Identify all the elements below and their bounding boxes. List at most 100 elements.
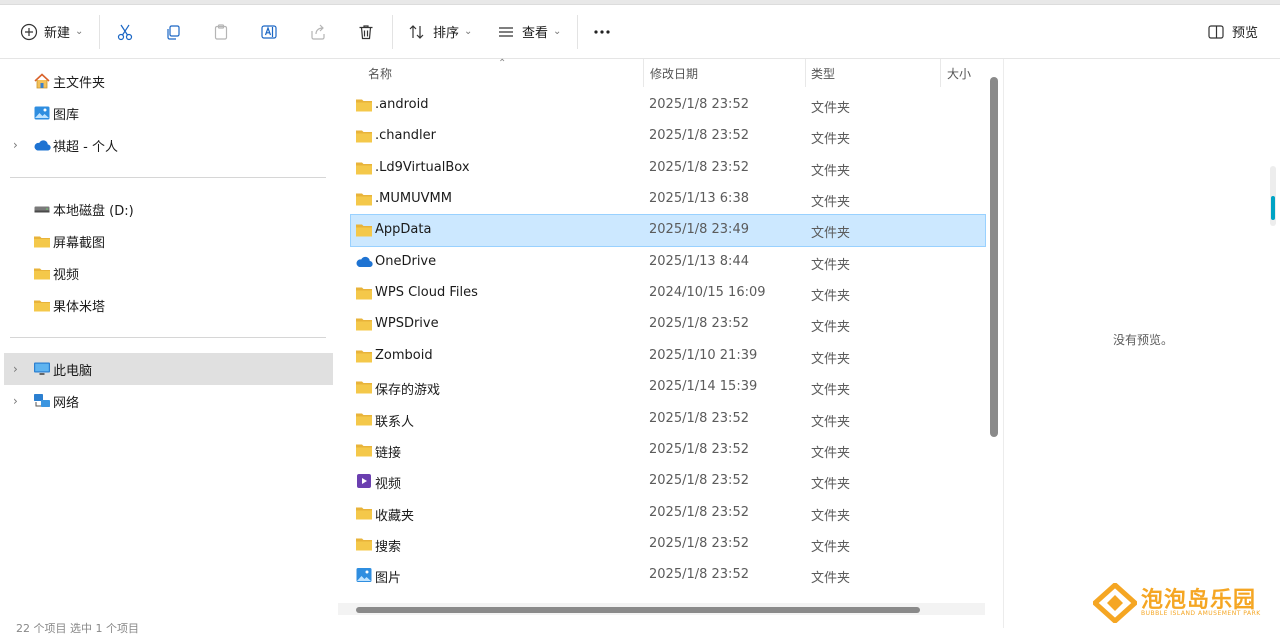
nav-item-label: 网络: [53, 395, 80, 411]
side-scroll-thumb[interactable]: [1271, 196, 1275, 220]
file-row[interactable]: AppData 2025/1/8 23:49 文件夹: [350, 214, 986, 248]
column-divider[interactable]: [940, 59, 941, 87]
nav-divider: [10, 177, 326, 178]
file-type: 文件夹: [811, 539, 851, 555]
file-type: 文件夹: [811, 132, 851, 148]
chevron-down-icon: ⌄: [75, 25, 84, 37]
paste-button[interactable]: [212, 5, 230, 58]
nav-item-onedrive-personal[interactable]: › 祺超 - 个人: [4, 129, 333, 161]
file-row[interactable]: .android 2025/1/8 23:52 文件夹: [351, 90, 985, 121]
drive-icon: [33, 200, 51, 218]
column-header-type[interactable]: 类型: [811, 59, 835, 87]
file-row[interactable]: 搜索 2025/1/8 23:52 文件夹: [351, 529, 985, 560]
gallery-icon: [33, 104, 51, 122]
column-divider[interactable]: [643, 59, 644, 87]
more-options-button[interactable]: [592, 5, 612, 58]
vertical-scrollbar[interactable]: [990, 77, 998, 437]
file-modified-date: 2025/1/8 23:52: [649, 504, 749, 520]
delete-button[interactable]: [357, 5, 375, 58]
file-modified-date: 2025/1/14 15:39: [649, 379, 758, 395]
file-modified-date: 2025/1/8 23:52: [649, 128, 749, 144]
copy-icon: [164, 23, 182, 41]
nav-item-screenshots[interactable]: 屏幕截图: [4, 225, 333, 257]
file-row[interactable]: WPSDrive 2025/1/8 23:52 文件夹: [351, 309, 985, 340]
file-modified-date: 2025/1/8 23:52: [649, 159, 749, 175]
chevron-right-icon[interactable]: ›: [13, 362, 18, 376]
column-type-label: 类型: [811, 66, 836, 81]
column-header-size[interactable]: 大小: [947, 59, 971, 87]
toolbar-divider: [392, 15, 393, 49]
file-type: 文件夹: [811, 320, 851, 336]
column-date-label: 修改日期: [650, 66, 699, 81]
preview-pane-button[interactable]: 预览: [1207, 5, 1258, 58]
home-icon: [33, 72, 51, 90]
nav-item-network[interactable]: › 网络: [4, 385, 333, 417]
file-name: 保存的游戏: [375, 383, 441, 399]
status-bar-text: 22 个项目 选中 1 个项目: [16, 622, 139, 635]
copy-button[interactable]: [164, 5, 182, 58]
plus-circle-icon: [20, 23, 38, 41]
file-row[interactable]: .MUMUVMM 2025/1/13 6:38 文件夹: [351, 184, 985, 215]
toolbar-divider: [577, 15, 578, 49]
new-button[interactable]: 新建 ⌄: [20, 5, 83, 58]
nav-item-folder[interactable]: 果体米塔: [4, 289, 333, 321]
file-row[interactable]: 保存的游戏 2025/1/14 15:39 文件夹: [351, 372, 985, 403]
column-header-date[interactable]: 修改日期: [650, 59, 698, 87]
diamond-logo-icon: [1093, 583, 1137, 623]
file-row[interactable]: 视频 2025/1/8 23:52 文件夹: [351, 466, 985, 497]
nav-item-this-pc[interactable]: › 此电脑: [4, 353, 333, 385]
folder-icon: [355, 411, 373, 427]
file-name: .MUMUVMM: [375, 191, 452, 207]
preview-button-label: 预览: [1232, 26, 1259, 41]
view-button[interactable]: 查看 ⌄: [497, 5, 561, 58]
file-modified-date: 2025/1/8 23:52: [649, 567, 749, 583]
nav-item-label: 视频: [53, 267, 80, 283]
cut-button[interactable]: [116, 5, 134, 58]
pc-icon: [33, 360, 51, 378]
preview-pane-divider[interactable]: [1003, 59, 1004, 628]
file-row[interactable]: .Ld9VirtualBox 2025/1/8 23:52 文件夹: [351, 153, 985, 184]
nav-item-gallery[interactable]: 图库: [4, 97, 333, 129]
preview-empty-message: 没有预览。: [1113, 333, 1174, 347]
file-row[interactable]: OneDrive 2025/1/13 8:44 文件夹: [351, 247, 985, 278]
video-folder-icon: [355, 473, 373, 489]
column-divider[interactable]: [805, 59, 806, 87]
nav-item-home[interactable]: 主文件夹: [4, 65, 333, 97]
chevron-right-icon[interactable]: ›: [13, 138, 18, 152]
nav-item-label: 本地磁盘 (D:): [53, 203, 134, 219]
nav-divider: [10, 337, 326, 338]
file-name: WPSDrive: [375, 316, 439, 332]
file-row[interactable]: 收藏夹 2025/1/8 23:52 文件夹: [351, 498, 985, 529]
nav-item-label: 果体米塔: [53, 299, 106, 315]
share-button[interactable]: [309, 5, 327, 58]
sort-button[interactable]: 排序 ⌄: [408, 5, 472, 58]
file-type: 文件夹: [811, 101, 851, 116]
file-row[interactable]: 图片 2025/1/8 23:52 文件夹: [351, 560, 985, 591]
file-name: .chandler: [375, 128, 436, 144]
file-row[interactable]: 链接 2025/1/8 23:52 文件夹: [351, 435, 985, 466]
folder-icon: [355, 97, 373, 113]
file-type: 文件夹: [811, 445, 851, 461]
horizontal-scrollbar-thumb[interactable]: [356, 607, 920, 613]
nav-item-local-disk-d[interactable]: 本地磁盘 (D:): [4, 193, 333, 225]
file-modified-date: 2025/1/13 6:38: [649, 191, 749, 207]
file-row[interactable]: .chandler 2025/1/8 23:52 文件夹: [351, 121, 985, 152]
file-modified-date: 2025/1/10 21:39: [649, 347, 758, 363]
chevron-right-icon[interactable]: ›: [13, 394, 18, 408]
file-row[interactable]: Zomboid 2025/1/10 21:39 文件夹: [351, 341, 985, 372]
rename-button[interactable]: [260, 5, 278, 58]
onedrive-icon: [33, 136, 51, 154]
file-name: WPS Cloud Files: [375, 285, 478, 301]
file-row[interactable]: 联系人 2025/1/8 23:52 文件夹: [351, 404, 985, 435]
watermark-subtitle: BUBBLE ISLAND AMUSEMENT PARK: [1141, 610, 1261, 617]
command-bar: 新建 ⌄ 排序 ⌄ 查看 ⌄ 预览: [0, 5, 1280, 59]
file-modified-date: 2024/10/15 16:09: [649, 285, 766, 301]
folder-icon: [355, 285, 373, 301]
file-name: 图片: [375, 571, 402, 587]
file-modified-date: 2025/1/8 23:52: [649, 316, 749, 332]
pictures-folder-icon: [355, 567, 373, 583]
column-header-name[interactable]: 名称: [368, 59, 392, 87]
file-row[interactable]: WPS Cloud Files 2024/10/15 16:09 文件夹: [351, 278, 985, 309]
paste-icon: [212, 23, 230, 41]
nav-item-videos[interactable]: 视频: [4, 257, 333, 289]
